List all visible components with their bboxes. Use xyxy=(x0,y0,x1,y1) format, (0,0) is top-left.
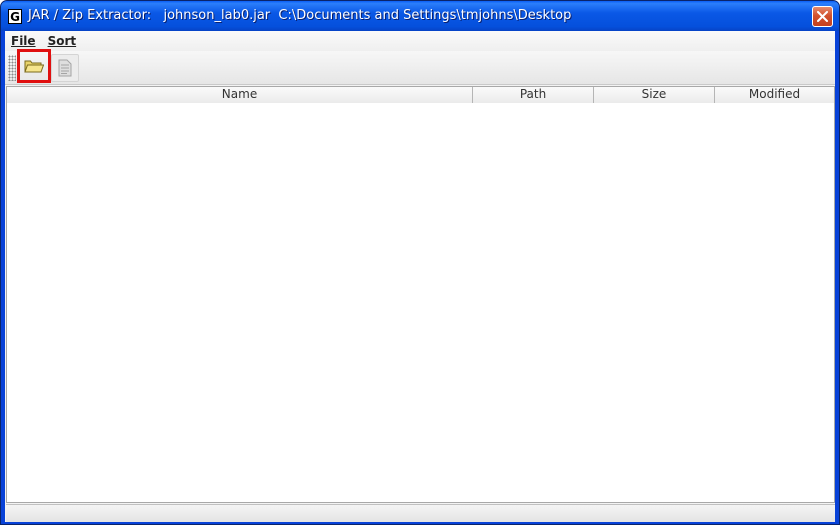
app-icon[interactable]: G xyxy=(8,9,22,24)
close-icon xyxy=(817,11,828,22)
close-button[interactable] xyxy=(812,6,833,27)
open-archive-button[interactable] xyxy=(17,49,51,83)
status-bar xyxy=(6,504,835,522)
toolbar-grip[interactable] xyxy=(8,55,16,81)
toolbar xyxy=(5,49,835,85)
client-area: File Sort Name Path Size Modified xyxy=(5,31,835,522)
app-icon-letter: G xyxy=(10,9,20,24)
menu-file[interactable]: File xyxy=(11,34,36,48)
column-header-modified[interactable]: Modified xyxy=(715,87,834,103)
app-window: G JAR / Zip Extractor: johnson_lab0.jar … xyxy=(0,0,840,525)
menu-bar: File Sort xyxy=(5,31,835,51)
table-header: Name Path Size Modified xyxy=(7,87,834,103)
document-extract-icon xyxy=(58,59,72,77)
title-bar[interactable]: G JAR / Zip Extractor: johnson_lab0.jar … xyxy=(1,1,839,31)
menu-sort[interactable]: Sort xyxy=(48,34,77,48)
folder-open-icon xyxy=(24,60,44,73)
column-header-path[interactable]: Path xyxy=(473,87,594,103)
window-title: JAR / Zip Extractor: johnson_lab0.jar C:… xyxy=(28,8,572,23)
file-table[interactable]: Name Path Size Modified xyxy=(6,86,835,503)
column-header-name[interactable]: Name xyxy=(7,87,473,103)
column-header-size[interactable]: Size xyxy=(594,87,715,103)
extract-button[interactable] xyxy=(51,54,79,82)
